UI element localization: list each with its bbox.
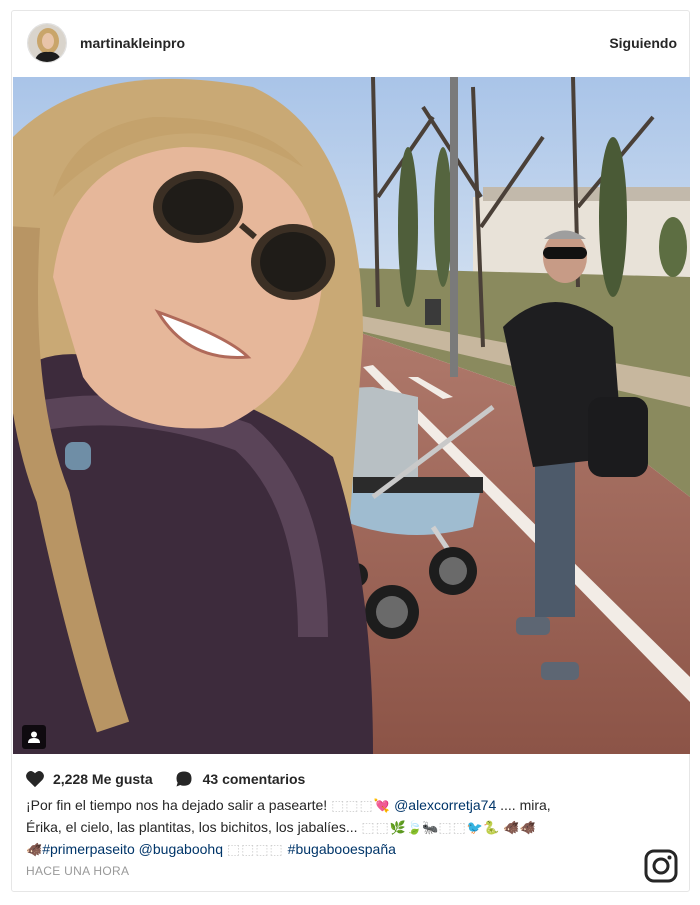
- caption-line-1: ¡Por fin el tiempo nos ha dejado salir a…: [26, 795, 626, 817]
- post-timestamp[interactable]: HACE UNA HORA: [26, 864, 129, 878]
- person-tag-icon[interactable]: [22, 725, 46, 749]
- following-button[interactable]: Siguiendo: [609, 35, 677, 51]
- instagram-post-card: martinakleinpro Siguiendo 2,228 Me gusta…: [11, 10, 690, 892]
- post-stats: 2,228 Me gusta 43 comentarios: [25, 768, 305, 790]
- avatar[interactable]: [27, 23, 67, 63]
- missing-glyphs: ⬚⬚: [361, 819, 390, 835]
- caption-line-2: Érika, el cielo, las plantitas, los bich…: [26, 817, 626, 839]
- username[interactable]: martinakleinpro: [80, 35, 185, 51]
- missing-glyphs: ⬚⬚⬚: [331, 797, 374, 813]
- animal-emoji: 🐦🐍 🐗🐗: [466, 821, 536, 836]
- hashtag-link[interactable]: #primerpaseito: [42, 841, 135, 857]
- caption-text: .... mira,: [496, 797, 551, 813]
- photo-illustration: [13, 77, 690, 754]
- mention-link[interactable]: @bugaboohq: [135, 841, 227, 857]
- hashtag-link[interactable]: #bugabooespaña: [284, 841, 396, 857]
- comments-count[interactable]: 43 comentarios: [203, 771, 306, 787]
- boar-emoji: 🐗: [26, 843, 43, 858]
- post-photo[interactable]: [13, 77, 690, 754]
- caption-line-3: 🐗#primerpaseito @bugaboohq ⬚⬚⬚⬚ #bugaboo…: [26, 839, 626, 861]
- missing-glyphs: ⬚⬚⬚⬚: [226, 841, 284, 857]
- nature-emoji: 🌿🍃🐜: [389, 821, 439, 836]
- instagram-logo-icon[interactable]: [644, 849, 678, 883]
- heart-icon[interactable]: [25, 770, 45, 788]
- caption-text: ¡Por fin el tiempo nos ha dejado salir a…: [26, 797, 332, 813]
- comment-bubble-icon[interactable]: [175, 770, 193, 788]
- post-header: martinakleinpro Siguiendo: [12, 11, 689, 77]
- heart-emoji: 💘: [373, 799, 395, 814]
- caption-text: Érika, el cielo, las plantitas, los bich…: [26, 819, 362, 835]
- likes-count[interactable]: 2,228 Me gusta: [53, 771, 153, 787]
- missing-glyphs: ⬚⬚: [438, 819, 467, 835]
- mention-link[interactable]: @alexcorretja74: [394, 797, 496, 813]
- post-caption: ¡Por fin el tiempo nos ha dejado salir a…: [26, 795, 626, 861]
